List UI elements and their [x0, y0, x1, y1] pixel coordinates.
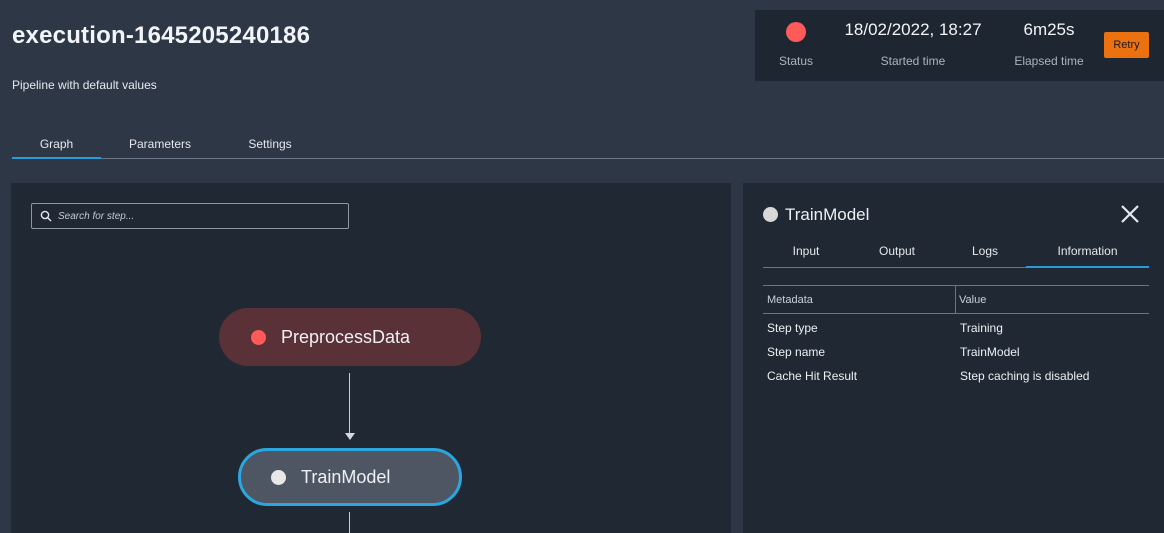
metadata-key: Step name [767, 345, 826, 359]
graph-edge-connector [349, 512, 350, 533]
step-detail-panel: TrainModel Input Output Logs Information… [743, 183, 1164, 533]
table-row: Step type Training [763, 315, 1149, 339]
execution-page: execution-1645205240186 Pipeline with de… [0, 0, 1164, 533]
graph-panel: PreprocessData TrainModel [11, 183, 731, 533]
step-search-input[interactable] [58, 206, 343, 226]
node-label: TrainModel [301, 466, 391, 487]
close-icon[interactable] [1119, 203, 1141, 225]
column-header-value: Value [959, 294, 987, 306]
metadata-table: Metadata Value Step type Training Step n… [763, 285, 1149, 387]
tab-input[interactable]: Input [763, 244, 849, 268]
column-divider[interactable] [955, 286, 956, 314]
node-label: PreprocessData [281, 326, 411, 347]
node-status-failed-icon [251, 329, 266, 345]
started-time-label: Started time [880, 54, 946, 68]
tab-logs[interactable]: Logs [945, 244, 1025, 268]
started-time-value: 18/02/2022, 18:27 [844, 20, 982, 39]
tab-information[interactable]: Information [1026, 244, 1149, 268]
column-header-metadata: Metadata [767, 294, 813, 306]
started-time-column: 18/02/2022, 18:27 Started time [833, 10, 993, 81]
elapsed-time-value: 6m25s [1023, 20, 1075, 39]
status-column: Status [755, 10, 837, 81]
step-detail-title: TrainModel [785, 205, 870, 224]
page-subtitle: Pipeline with default values [12, 78, 157, 92]
metadata-key: Cache Hit Result [767, 369, 858, 383]
metadata-key: Step type [767, 321, 818, 335]
page-title: execution-1645205240186 [12, 22, 311, 49]
status-failed-icon [786, 22, 806, 42]
status-panel: Status 18/02/2022, 18:27 Started time 6m… [755, 10, 1164, 81]
metadata-value: TrainModel [960, 345, 1020, 359]
main-tabs: Graph Parameters Settings [12, 130, 1164, 159]
step-status-icon [763, 207, 778, 222]
table-row: Cache Hit Result Step caching is disable… [763, 363, 1149, 387]
graph-edge-connector [349, 373, 350, 435]
node-status-icon [271, 469, 286, 485]
retry-button[interactable]: Retry [1104, 32, 1149, 58]
arrow-down-icon [345, 433, 355, 440]
graph-node-trainmodel[interactable]: TrainModel [238, 448, 462, 506]
tab-graph[interactable]: Graph [12, 137, 101, 159]
elapsed-time-column: 6m25s Elapsed time [1005, 10, 1093, 81]
elapsed-time-label: Elapsed time [1014, 54, 1084, 68]
status-label: Status [778, 54, 814, 68]
graph-node-preprocessdata[interactable]: PreprocessData [219, 308, 481, 366]
metadata-value: Training [960, 321, 1003, 335]
metadata-value: Step caching is disabled [960, 369, 1090, 383]
table-header: Metadata Value [763, 285, 1149, 314]
tab-parameters[interactable]: Parameters [117, 137, 203, 159]
tab-output[interactable]: Output [855, 244, 939, 268]
table-row: Step name TrainModel [763, 339, 1149, 363]
search-icon [40, 210, 52, 222]
step-detail-tabs: Input Output Logs Information [763, 239, 1149, 268]
tab-settings[interactable]: Settings [234, 137, 306, 159]
step-search-box [31, 203, 349, 229]
